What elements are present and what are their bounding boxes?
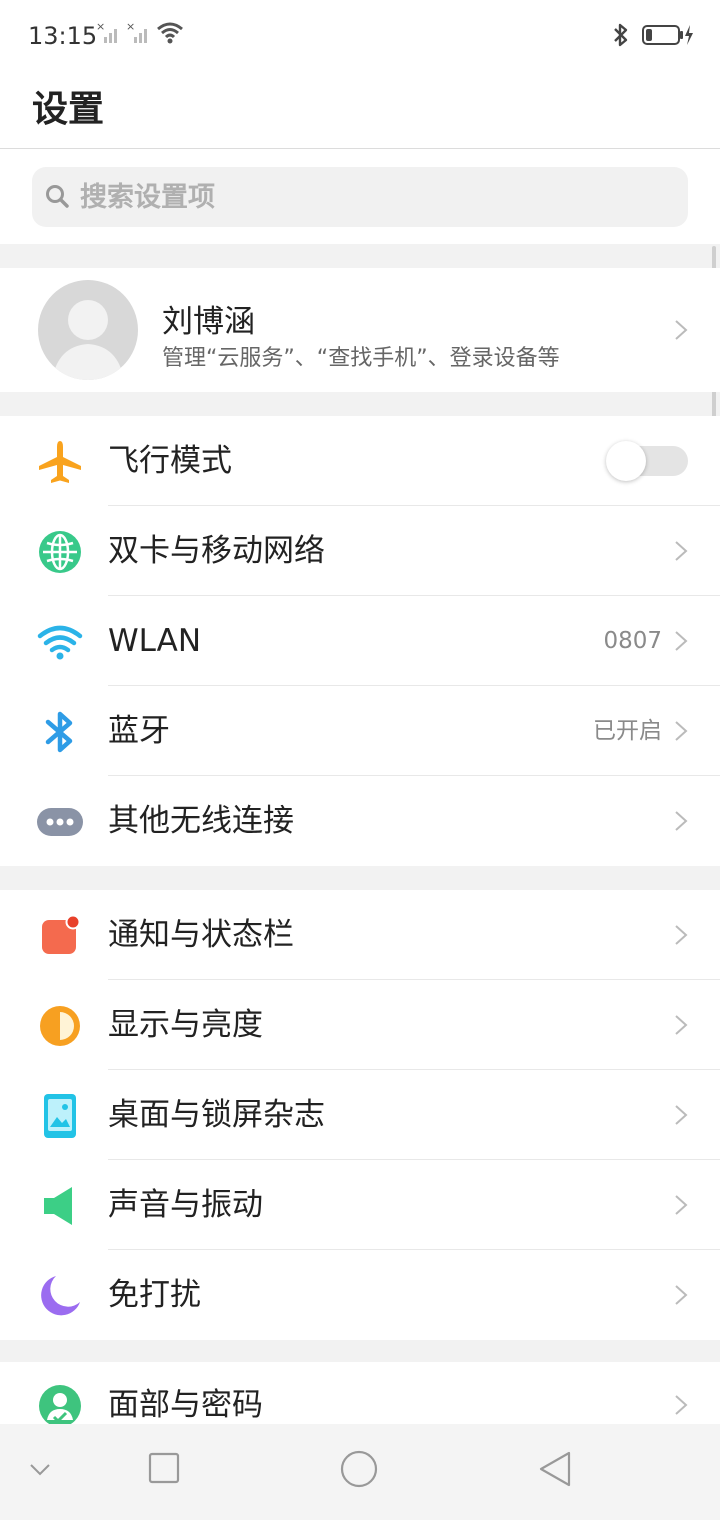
search-box[interactable] [32,167,688,227]
bluetooth-row[interactable]: 蓝牙 已开启 [0,686,720,776]
chevron-right-icon [675,631,688,651]
toggle-knob [606,441,646,481]
dual-sim-network-row[interactable]: 双卡与移动网络 [0,506,720,596]
home-icon[interactable] [340,1450,378,1488]
chevron-right-icon [675,1015,688,1035]
bluetooth-status: 已开启 [593,718,662,744]
face-password-row[interactable]: 面部与密码 [0,1362,720,1424]
chevron-right-icon [675,811,688,831]
row-label: 双卡与移动网络 [108,533,325,569]
face-lock-icon [36,1382,84,1424]
svg-text:×: × [96,20,105,33]
recent-apps-icon[interactable] [148,1452,180,1484]
account-subtitle: 管理“云服务”、“查找手机”、登录设备等 [162,346,560,371]
navigation-bar [0,1424,720,1520]
chevron-right-icon [675,1395,688,1415]
hide-navbar-chevron-icon[interactable] [28,1462,52,1478]
battery-charging-icon [642,25,693,45]
moon-icon [36,1272,84,1320]
notification-icon [36,912,84,960]
notification-statusbar-row[interactable]: 通知与状态栏 [0,890,720,980]
wlan-row[interactable]: WLAN 0807 [0,596,720,686]
chevron-right-icon [675,1195,688,1215]
airplane-icon [36,438,84,486]
airplane-mode-row[interactable]: 飞行模式 [0,416,720,506]
status-right-icons [612,22,694,48]
display-brightness-row[interactable]: 显示与亮度 [0,980,720,1070]
signal-no-service-icon: × [96,20,117,43]
wlan-network-name: 0807 [603,628,662,654]
row-label: 面部与密码 [108,1387,263,1423]
airplane-mode-toggle[interactable] [606,441,688,481]
status-bar: 13:15 × × [0,0,720,72]
brightness-icon [36,1002,84,1050]
account-row[interactable]: 刘博涵 管理“云服务”、“查找手机”、登录设备等 [0,268,720,392]
svg-text:×: × [126,20,135,33]
bluetooth-icon [36,708,84,756]
search-section [0,149,720,244]
row-label: 声音与振动 [108,1187,263,1223]
chevron-right-icon [675,721,688,741]
chevron-right-icon [675,1285,688,1305]
avatar [38,280,138,380]
search-input[interactable] [80,167,670,227]
row-label: 显示与亮度 [108,1007,263,1043]
speaker-icon [36,1182,84,1230]
row-label: 飞行模式 [108,443,232,479]
row-label: 通知与状态栏 [108,917,294,953]
wifi-status-icon [157,22,183,44]
row-label: 免打扰 [108,1277,201,1313]
chevron-right-icon [675,925,688,945]
settings-header: 设置 [0,72,720,149]
row-label: 蓝牙 [108,713,170,749]
connectivity-group: 飞行模式 双卡与移动网络 WLAN 0807 蓝牙 已开启 其他无线连接 [0,416,720,866]
wallpaper-icon [36,1092,84,1140]
row-label: 桌面与锁屏杂志 [108,1097,325,1133]
other-wireless-row[interactable]: 其他无线连接 [0,776,720,866]
account-name: 刘博涵 [162,304,255,340]
chevron-right-icon [675,320,688,340]
security-group: 面部与密码 [0,1362,720,1424]
chevron-right-icon [675,1105,688,1125]
desktop-lockscreen-row[interactable]: 桌面与锁屏杂志 [0,1070,720,1160]
wifi-icon [36,618,84,666]
bluetooth-status-icon [614,23,628,47]
display-group: 通知与状态栏 显示与亮度 桌面与锁屏杂志 声音与振动 免打扰 [0,890,720,1340]
row-label: 其他无线连接 [108,803,294,839]
globe-icon [36,528,84,576]
do-not-disturb-row[interactable]: 免打扰 [0,1250,720,1340]
search-icon [46,185,69,208]
back-icon[interactable] [538,1450,572,1488]
status-left-icons: × × [96,20,184,46]
status-time: 13:15 [28,22,98,50]
chevron-right-icon [675,541,688,561]
more-dots-icon [36,798,84,846]
sound-vibration-row[interactable]: 声音与振动 [0,1160,720,1250]
row-label: WLAN [108,623,202,659]
page-title: 设置 [32,89,105,130]
user-avatar-icon [52,300,124,380]
signal-no-service-icon: × [126,20,147,43]
